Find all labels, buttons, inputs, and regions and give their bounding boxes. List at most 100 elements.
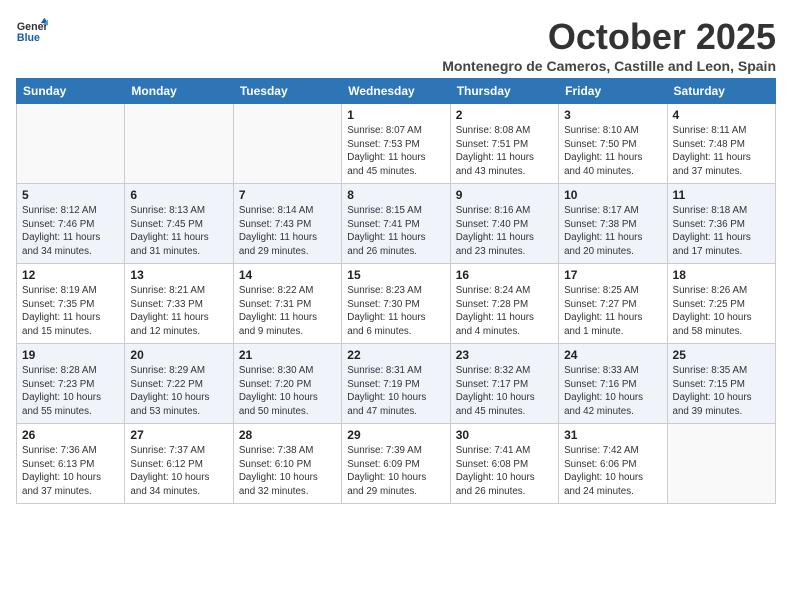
calendar-cell: 23 Sunrise: 8:32 AM Sunset: 7:17 PM Dayli… <box>450 344 558 424</box>
calendar-cell: 30 Sunrise: 7:41 AM Sunset: 6:08 PM Dayli… <box>450 424 558 504</box>
calendar-cell: 16 Sunrise: 8:24 AM Sunset: 7:28 PM Dayli… <box>450 264 558 344</box>
day-info: Sunrise: 8:23 AM Sunset: 7:30 PM Dayligh… <box>347 284 444 339</box>
day-info: Sunrise: 8:18 AM Sunset: 7:36 PM Dayligh… <box>673 204 770 259</box>
calendar-cell <box>667 424 775 504</box>
day-number: 6 <box>130 188 227 202</box>
day-info: Sunrise: 8:17 AM Sunset: 7:38 PM Dayligh… <box>564 204 661 259</box>
calendar-cell: 18 Sunrise: 8:26 AM Sunset: 7:25 PM Dayli… <box>667 264 775 344</box>
calendar-cell: 22 Sunrise: 8:31 AM Sunset: 7:19 PM Dayli… <box>342 344 450 424</box>
day-info: Sunrise: 7:41 AM Sunset: 6:08 PM Dayligh… <box>456 444 553 499</box>
day-number: 10 <box>564 188 661 202</box>
calendar-week-row: 26Sunrise: 7:36 AM Sunset: 6:13 PM Dayli… <box>17 424 776 504</box>
day-info: Sunrise: 8:14 AM Sunset: 7:43 PM Dayligh… <box>239 204 336 259</box>
day-number: 1 <box>347 108 444 122</box>
day-info: Sunrise: 8:29 AM Sunset: 7:22 PM Dayligh… <box>130 364 227 419</box>
calendar-cell: 10 Sunrise: 8:17 AM Sunset: 7:38 PM Dayli… <box>559 184 667 264</box>
day-number: 17 <box>564 268 661 282</box>
calendar-cell: 20 Sunrise: 8:29 AM Sunset: 7:22 PM Dayli… <box>125 344 233 424</box>
calendar-cell: 13 Sunrise: 8:21 AM Sunset: 7:33 PM Dayli… <box>125 264 233 344</box>
calendar-week-row: 5 Sunrise: 8:12 AM Sunset: 7:46 PM Daylig… <box>17 184 776 264</box>
day-info: Sunrise: 8:10 AM Sunset: 7:50 PM Dayligh… <box>564 124 661 179</box>
calendar-cell: 9 Sunrise: 8:16 AM Sunset: 7:40 PM Daylig… <box>450 184 558 264</box>
calendar-cell: 7 Sunrise: 8:14 AM Sunset: 7:43 PM Daylig… <box>233 184 341 264</box>
day-info: Sunrise: 8:13 AM Sunset: 7:45 PM Dayligh… <box>130 204 227 259</box>
day-info: Sunrise: 8:30 AM Sunset: 7:20 PM Dayligh… <box>239 364 336 419</box>
day-number: 7 <box>239 188 336 202</box>
calendar-cell: 25 Sunrise: 8:35 AM Sunset: 7:15 PM Dayli… <box>667 344 775 424</box>
day-info: Sunrise: 8:08 AM Sunset: 7:51 PM Dayligh… <box>456 124 553 179</box>
day-info: Sunrise: 8:28 AM Sunset: 7:23 PM Dayligh… <box>22 364 119 419</box>
calendar-cell: 1 Sunrise: 8:07 AM Sunset: 7:53 PM Daylig… <box>342 104 450 184</box>
calendar-cell: 21 Sunrise: 8:30 AM Sunset: 7:20 PM Dayli… <box>233 344 341 424</box>
day-number: 20 <box>130 348 227 362</box>
day-info: Sunrise: 8:32 AM Sunset: 7:17 PM Dayligh… <box>456 364 553 419</box>
calendar-week-row: 12 Sunrise: 8:19 AM Sunset: 7:35 PM Dayli… <box>17 264 776 344</box>
day-info: Sunrise: 7:38 AM Sunset: 6:10 PM Dayligh… <box>239 444 336 499</box>
day-info: Sunrise: 8:12 AM Sunset: 7:46 PM Dayligh… <box>22 204 119 259</box>
calendar-cell: 11 Sunrise: 8:18 AM Sunset: 7:36 PM Dayli… <box>667 184 775 264</box>
day-number: 3 <box>564 108 661 122</box>
day-number: 5 <box>22 188 119 202</box>
column-header-saturday: Saturday <box>667 79 775 104</box>
day-number: 23 <box>456 348 553 362</box>
calendar-cell: 27Sunrise: 7:37 AM Sunset: 6:12 PM Dayli… <box>125 424 233 504</box>
column-header-sunday: Sunday <box>17 79 125 104</box>
day-number: 11 <box>673 188 770 202</box>
day-info: Sunrise: 7:39 AM Sunset: 6:09 PM Dayligh… <box>347 444 444 499</box>
day-number: 25 <box>673 348 770 362</box>
day-info: Sunrise: 7:42 AM Sunset: 6:06 PM Dayligh… <box>564 444 661 499</box>
calendar-cell: 17 Sunrise: 8:25 AM Sunset: 7:27 PM Dayli… <box>559 264 667 344</box>
day-info: Sunrise: 8:26 AM Sunset: 7:25 PM Dayligh… <box>673 284 770 339</box>
column-header-thursday: Thursday <box>450 79 558 104</box>
day-number: 28 <box>239 428 336 442</box>
calendar-cell <box>233 104 341 184</box>
calendar-subtitle: Montenegro de Cameros, Castille and Leon… <box>442 58 776 74</box>
calendar-cell <box>17 104 125 184</box>
day-info: Sunrise: 7:36 AM Sunset: 6:13 PM Dayligh… <box>22 444 119 499</box>
column-header-friday: Friday <box>559 79 667 104</box>
day-number: 24 <box>564 348 661 362</box>
column-header-monday: Monday <box>125 79 233 104</box>
day-number: 21 <box>239 348 336 362</box>
day-number: 16 <box>456 268 553 282</box>
day-number: 29 <box>347 428 444 442</box>
column-header-wednesday: Wednesday <box>342 79 450 104</box>
day-number: 13 <box>130 268 227 282</box>
calendar-title: October 2025 <box>442 16 776 58</box>
day-info: Sunrise: 8:07 AM Sunset: 7:53 PM Dayligh… <box>347 124 444 179</box>
calendar-cell <box>125 104 233 184</box>
calendar-cell: 26Sunrise: 7:36 AM Sunset: 6:13 PM Dayli… <box>17 424 125 504</box>
calendar-cell: 3 Sunrise: 8:10 AM Sunset: 7:50 PM Daylig… <box>559 104 667 184</box>
day-info: Sunrise: 8:22 AM Sunset: 7:31 PM Dayligh… <box>239 284 336 339</box>
calendar-cell: 2Sunrise: 8:08 AM Sunset: 7:51 PM Daylig… <box>450 104 558 184</box>
calendar-table: SundayMondayTuesdayWednesdayThursdayFrid… <box>16 78 776 504</box>
logo: General Blue <box>16 16 48 48</box>
day-info: Sunrise: 8:25 AM Sunset: 7:27 PM Dayligh… <box>564 284 661 339</box>
day-number: 14 <box>239 268 336 282</box>
day-info: Sunrise: 8:16 AM Sunset: 7:40 PM Dayligh… <box>456 204 553 259</box>
day-number: 12 <box>22 268 119 282</box>
day-number: 27 <box>130 428 227 442</box>
day-info: Sunrise: 8:19 AM Sunset: 7:35 PM Dayligh… <box>22 284 119 339</box>
calendar-cell: 14 Sunrise: 8:22 AM Sunset: 7:31 PM Dayli… <box>233 264 341 344</box>
day-number: 31 <box>564 428 661 442</box>
day-number: 4 <box>673 108 770 122</box>
day-info: Sunrise: 8:21 AM Sunset: 7:33 PM Dayligh… <box>130 284 227 339</box>
day-number: 8 <box>347 188 444 202</box>
day-info: Sunrise: 8:35 AM Sunset: 7:15 PM Dayligh… <box>673 364 770 419</box>
calendar-cell: 8 Sunrise: 8:15 AM Sunset: 7:41 PM Daylig… <box>342 184 450 264</box>
day-info: Sunrise: 8:31 AM Sunset: 7:19 PM Dayligh… <box>347 364 444 419</box>
day-info: Sunrise: 8:15 AM Sunset: 7:41 PM Dayligh… <box>347 204 444 259</box>
day-number: 22 <box>347 348 444 362</box>
calendar-cell: 31 Sunrise: 7:42 AM Sunset: 6:06 PM Dayli… <box>559 424 667 504</box>
day-number: 15 <box>347 268 444 282</box>
day-number: 19 <box>22 348 119 362</box>
calendar-header-row: SundayMondayTuesdayWednesdayThursdayFrid… <box>17 79 776 104</box>
day-info: Sunrise: 8:24 AM Sunset: 7:28 PM Dayligh… <box>456 284 553 339</box>
day-number: 9 <box>456 188 553 202</box>
day-number: 30 <box>456 428 553 442</box>
calendar-cell: 5 Sunrise: 8:12 AM Sunset: 7:46 PM Daylig… <box>17 184 125 264</box>
title-block: October 2025 Montenegro de Cameros, Cast… <box>442 16 776 74</box>
calendar-cell: 6 Sunrise: 8:13 AM Sunset: 7:45 PM Daylig… <box>125 184 233 264</box>
day-number: 18 <box>673 268 770 282</box>
